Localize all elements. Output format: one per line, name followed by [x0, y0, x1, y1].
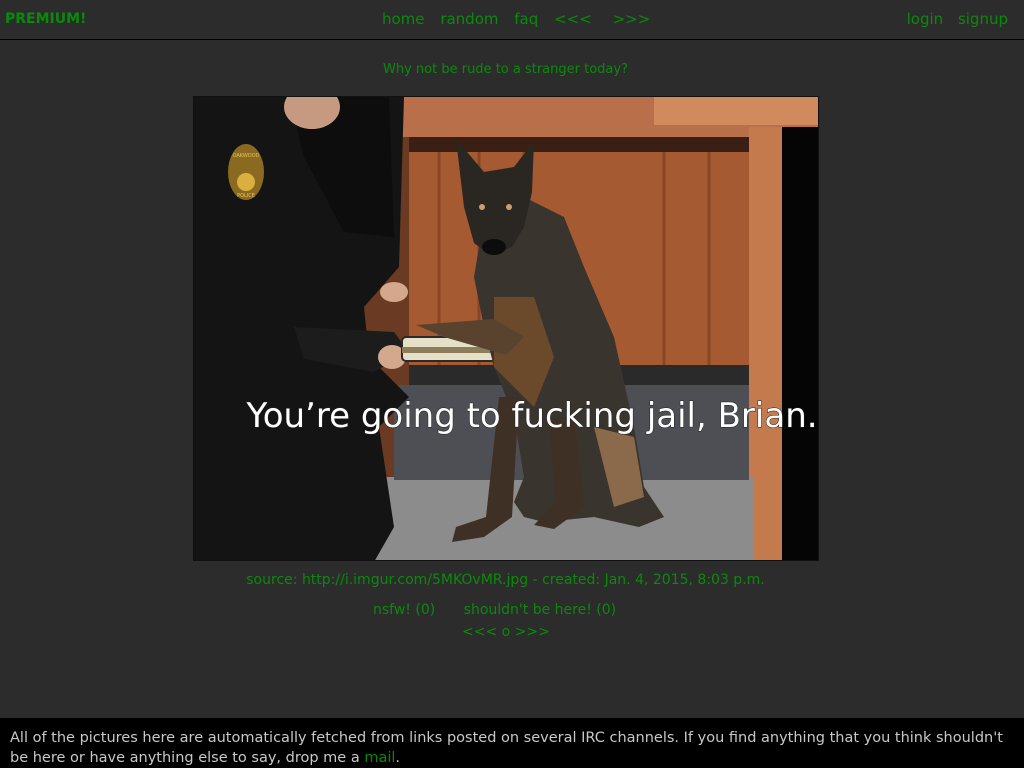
mail-link[interactable]: mail — [364, 750, 395, 766]
created-label: created: — [542, 572, 601, 588]
account-nav: login signup — [897, 10, 1008, 28]
footer-text: All of the pictures here are automatical… — [10, 730, 1003, 766]
premium-link[interactable]: PREMIUM! — [5, 11, 86, 27]
source-label: source: — [246, 572, 298, 588]
meme-image-illustration: OAKWOOD POLICE You’re going to fucking j… — [194, 97, 818, 560]
footer: All of the pictures here are automatical… — [0, 718, 1024, 768]
report-button[interactable]: shouldn't be here! (0) — [464, 602, 616, 618]
meme-caption: You’re going to fucking jail, Brian. — [245, 396, 817, 436]
footer-end: . — [395, 750, 401, 766]
report-actions: nsfw! (0) shouldn't be here! (0) — [373, 602, 640, 618]
tagline: Why not be rude to a stranger today? — [383, 62, 628, 77]
meme-image[interactable]: OAKWOOD POLICE You’re going to fucking j… — [193, 96, 819, 561]
pager-current-link[interactable]: o — [502, 624, 511, 640]
top-bar: PREMIUM! home random faq <<< >>> login s… — [0, 0, 1024, 40]
nav-next-link[interactable]: >>> — [613, 10, 651, 28]
nav-prev-link[interactable]: <<< — [554, 10, 592, 28]
nav-home-link[interactable]: home — [382, 10, 425, 28]
pager-next-link[interactable]: >>> — [515, 624, 550, 640]
patch-text-top: OAKWOOD — [232, 153, 259, 159]
image-pager: <<< o >>> — [462, 624, 550, 640]
source-url-link[interactable]: http://i.imgur.com/5MKOvMR.jpg — [302, 572, 528, 588]
login-link[interactable]: login — [907, 10, 944, 28]
source-line: source: http://i.imgur.com/5MKOvMR.jpg -… — [0, 572, 1011, 588]
nav-random-link[interactable]: random — [440, 10, 498, 28]
main-nav: home random faq <<< >>> — [382, 10, 661, 28]
pager-prev-link[interactable]: <<< — [462, 624, 497, 640]
created-date: Jan. 4, 2015, 8:03 p.m. — [604, 572, 765, 588]
signup-link[interactable]: signup — [958, 10, 1008, 28]
patch-text-bottom: POLICE — [237, 193, 255, 199]
nav-faq-link[interactable]: faq — [514, 10, 538, 28]
source-separator: - — [532, 572, 538, 588]
nsfw-button[interactable]: nsfw! (0) — [373, 602, 435, 618]
